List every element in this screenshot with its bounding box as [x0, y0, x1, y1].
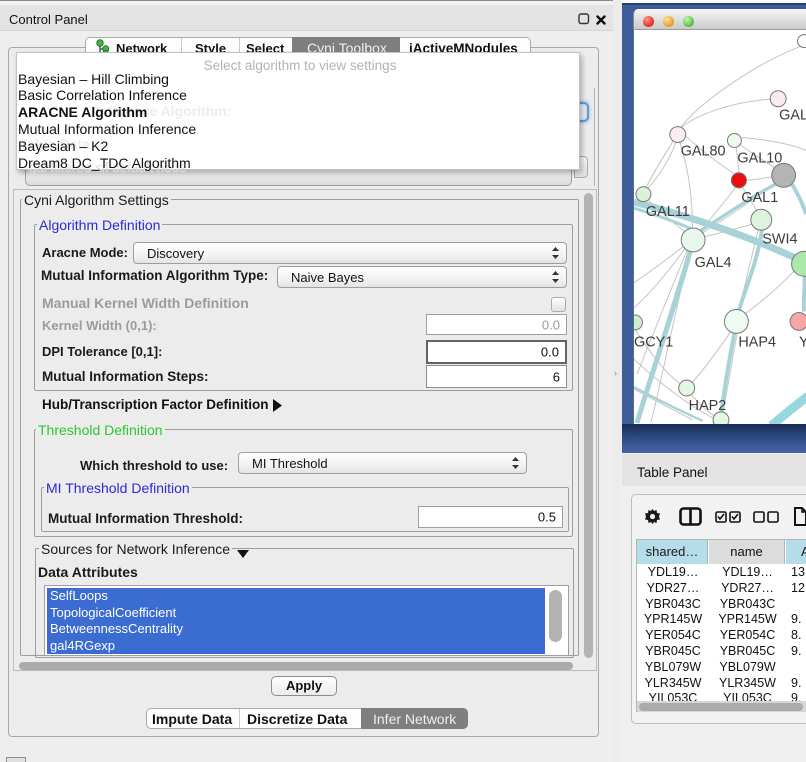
svg-text:GAL10: GAL10: [737, 150, 782, 166]
svg-text:HAP2: HAP2: [689, 398, 727, 414]
svg-text:GAL: GAL: [779, 108, 806, 124]
svg-text:GCY1: GCY1: [634, 334, 673, 350]
svg-text:GAL11: GAL11: [646, 204, 690, 220]
svg-text:GAL80: GAL80: [681, 143, 726, 159]
svg-text:Y: Y: [799, 334, 806, 350]
svg-text:SWI4: SWI4: [762, 231, 797, 247]
svg-text:GAL4: GAL4: [695, 255, 732, 271]
svg-text:GAL1: GAL1: [741, 190, 778, 206]
svg-text:HAP4: HAP4: [738, 334, 776, 350]
